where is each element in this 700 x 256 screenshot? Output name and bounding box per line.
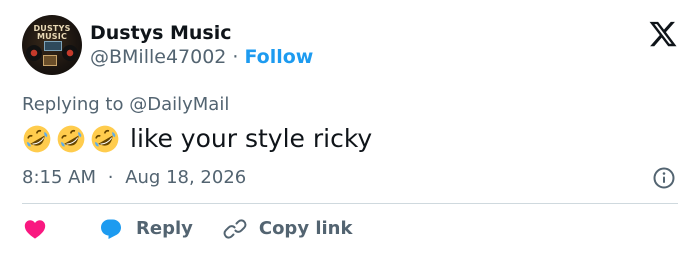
action-bar: Reply Copy link <box>22 214 352 244</box>
tweet-text: like your style ricky <box>22 122 372 156</box>
replying-to: Replying to @DailyMail <box>22 93 229 117</box>
tweet-date: Aug 18, 2026 <box>125 167 247 188</box>
rofl-emoji-icon <box>57 125 85 153</box>
follow-button[interactable]: Follow <box>244 45 313 69</box>
link-icon <box>223 219 247 239</box>
divider <box>22 203 678 204</box>
info-icon[interactable] <box>652 166 676 190</box>
copy-link-button[interactable]: Copy link <box>223 214 353 244</box>
copy-link-label: Copy link <box>258 218 353 239</box>
tweet-timestamp[interactable]: 8:15 AM · Aug 18, 2026 <box>22 166 246 190</box>
user-handle[interactable]: @BMille47002 <box>90 45 226 69</box>
handle-row: @BMille47002 · Follow <box>90 45 313 69</box>
replying-handle[interactable]: @DailyMail <box>129 94 229 115</box>
tweet-card: DUSTYS MUSIC Dustys Music @BMille47002 · … <box>0 0 700 256</box>
user-info: Dustys Music @BMille47002 · Follow <box>90 21 313 69</box>
tweet-header: DUSTYS MUSIC Dustys Music @BMille47002 · … <box>22 15 313 75</box>
rofl-emoji-icon <box>91 125 119 153</box>
heart-icon <box>24 220 46 239</box>
rofl-emoji-icon <box>23 125 51 153</box>
reply-bubble-icon <box>101 219 121 239</box>
record-icon <box>62 45 78 61</box>
display-name[interactable]: Dustys Music <box>90 21 313 45</box>
tweet-time: 8:15 AM <box>22 167 96 188</box>
tweet-body: like your style ricky <box>130 124 373 153</box>
reply-label: Reply <box>136 218 193 239</box>
reply-button[interactable]: Reply <box>98 214 193 244</box>
record-icon <box>26 45 42 61</box>
avatar[interactable]: DUSTYS MUSIC <box>22 15 82 75</box>
replying-prefix: Replying to <box>22 94 124 115</box>
cassette-icon <box>43 55 57 66</box>
radio-icon <box>44 41 62 51</box>
like-button[interactable] <box>22 217 48 241</box>
separator-dot: · <box>232 46 239 68</box>
x-logo-icon[interactable] <box>648 19 678 49</box>
avatar-logo-text: DUSTYS MUSIC <box>33 24 71 41</box>
separator-dot: · <box>107 167 114 188</box>
